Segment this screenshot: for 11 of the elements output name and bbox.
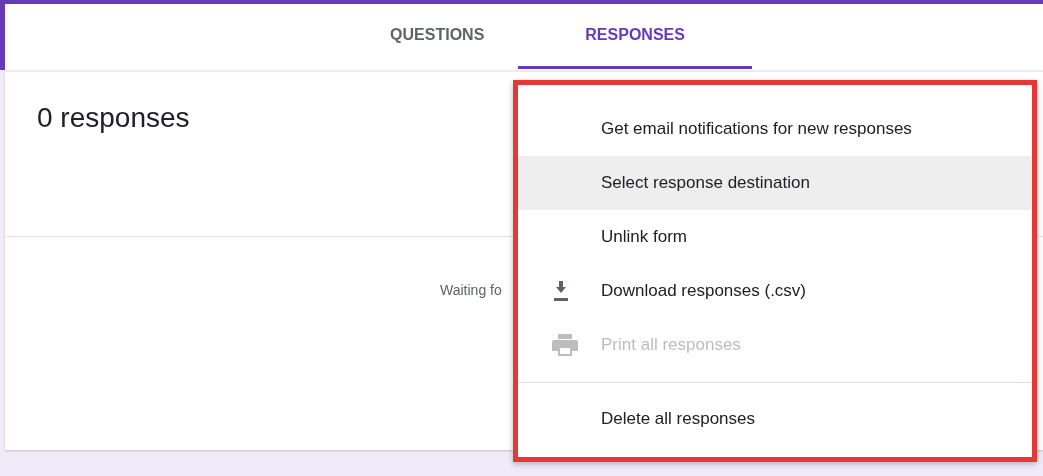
- menu-item[interactable]: Unlink form: [518, 210, 1032, 264]
- printer-icon: [551, 333, 579, 357]
- menu-item[interactable]: Get email notifications for new responses: [518, 102, 1032, 156]
- menu-item[interactable]: Delete all responses: [518, 392, 1032, 446]
- tab[interactable]: RESPONSES: [518, 4, 752, 69]
- download-icon: [551, 280, 571, 302]
- menu-item[interactable]: Select response destination: [518, 156, 1032, 210]
- status-text: Waiting fo: [440, 282, 502, 298]
- menu-item[interactable]: Download responses (.csv): [518, 264, 1032, 318]
- tab[interactable]: QUESTIONS: [356, 4, 519, 69]
- responses-count: 0 responses: [37, 102, 190, 134]
